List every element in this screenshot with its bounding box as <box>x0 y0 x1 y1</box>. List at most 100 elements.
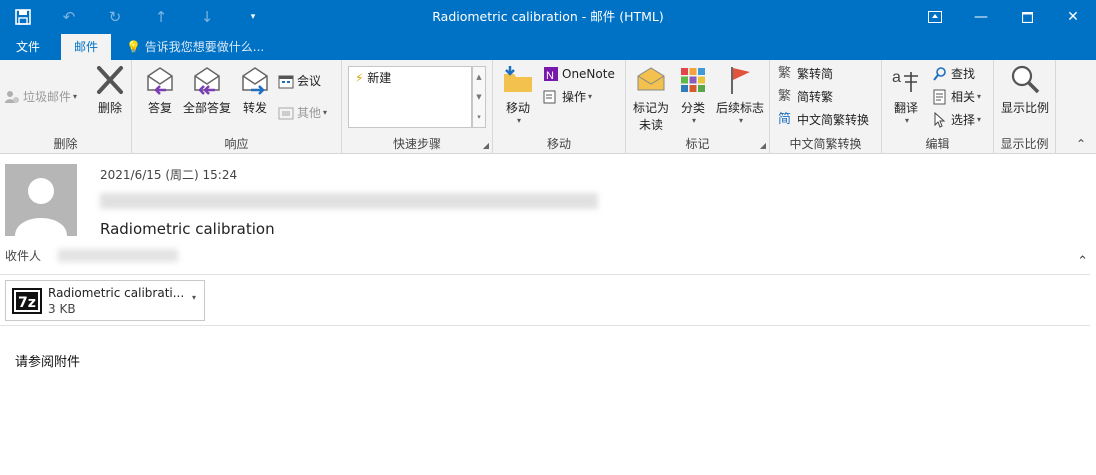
traditional-char-icon: 繁 <box>778 66 792 81</box>
delete-button[interactable]: 删除 <box>90 64 130 116</box>
zoom-button[interactable]: 显示比例 <box>998 64 1052 116</box>
translate-label: 翻译 <box>893 101 918 115</box>
tell-me-search[interactable]: 💡 告诉我您想要做什么... <box>126 34 264 60</box>
mark-unread-label-2: 未读 <box>638 118 663 132</box>
ribbon-display-icon <box>928 11 942 23</box>
zoom-label: 显示比例 <box>1000 101 1049 115</box>
cursor-icon <box>934 112 946 128</box>
onenote-label: OneNote <box>562 67 615 81</box>
simplified-char-icon: 繁 <box>778 89 792 104</box>
to-simplified-button[interactable]: 繁 繁转简 <box>778 64 833 84</box>
more-icon <box>278 107 294 120</box>
attachment-card[interactable]: 7z Radiometric calibrati... 3 KB ▾ <box>5 280 205 321</box>
tab-mail[interactable]: 邮件 <box>61 34 111 60</box>
forward-button[interactable]: 转发 <box>238 64 272 116</box>
to-label: 收件人 <box>5 249 42 263</box>
convert-char-icon: 简 <box>778 112 792 127</box>
tab-file[interactable]: 文件 <box>0 34 56 60</box>
chevron-down-icon: ▾ <box>977 115 982 124</box>
ribbon: 垃圾邮件 ▾ 删除 删除 答复 全部答复 转发 会议 其他 ▾ 响应 快速步骤 … <box>0 60 1096 154</box>
move-label: 移动 <box>505 101 530 115</box>
move-folder-icon <box>504 66 532 92</box>
chevron-down-icon: ▾ <box>323 108 328 117</box>
select-button[interactable]: 选择 ▾ <box>932 110 981 130</box>
mark-unread-label-1: 标记为 <box>632 101 669 115</box>
message-body: 请参阅附件 <box>15 355 81 370</box>
to-traditional-button[interactable]: 繁 简转繁 <box>778 87 833 107</box>
translate-button[interactable]: a 翻译 ▾ <box>888 64 924 125</box>
next-item-button[interactable]: ↓ <box>184 0 230 34</box>
redo-button[interactable]: ↻ <box>92 0 138 34</box>
save-icon <box>15 9 31 25</box>
group-move: 移动 ▾ N OneNote 操作 ▾ 移动 <box>493 60 626 154</box>
close-icon: ✕ <box>1067 9 1079 25</box>
reply-button[interactable]: 答复 <box>142 64 178 116</box>
group-zoom: 显示比例 显示比例 <box>994 60 1056 154</box>
more-respond-button[interactable]: 其他 ▾ <box>278 103 327 123</box>
ribbon-display-options-button[interactable] <box>912 0 958 34</box>
quick-step-new-label: 新建 <box>367 71 392 85</box>
group-delete: 垃圾邮件 ▾ 删除 删除 <box>0 60 132 154</box>
attachment-dropdown-icon[interactable]: ▾ <box>192 293 196 302</box>
related-button[interactable]: 相关 ▾ <box>932 87 981 107</box>
junk-button[interactable]: 垃圾邮件 ▾ <box>4 87 77 107</box>
maximize-icon <box>1021 11 1033 23</box>
quick-steps-scroll[interactable]: ▲ ▼ ▾ <box>472 66 486 128</box>
onenote-button[interactable]: N OneNote <box>543 64 615 84</box>
related-label: 相关 <box>951 90 976 104</box>
actions-button[interactable]: 操作 ▾ <box>543 87 592 107</box>
delete-x-icon <box>97 66 123 94</box>
collapse-ribbon-button[interactable]: ⌃ <box>1076 137 1086 151</box>
attachment-size: 3 KB <box>48 302 76 316</box>
meeting-button[interactable]: 会议 <box>278 71 321 91</box>
follow-up-button[interactable]: 后续标志 ▾ <box>714 64 766 125</box>
group-label-zoom: 显示比例 <box>1000 137 1049 151</box>
mark-unread-button[interactable]: 标记为 未读 <box>630 64 672 133</box>
arrow-up-icon: ↑ <box>154 8 168 26</box>
actions-icon <box>543 90 556 104</box>
group-label-move: 移动 <box>546 137 571 151</box>
attachment-name: Radiometric calibrati... <box>48 286 185 300</box>
tell-me-placeholder: 告诉我您想要做什么... <box>144 40 265 54</box>
junk-label: 垃圾邮件 <box>23 90 72 104</box>
reply-all-button[interactable]: 全部答复 <box>180 64 234 116</box>
related-doc-icon <box>933 89 946 105</box>
categorize-button[interactable]: 分类 ▾ <box>676 64 710 125</box>
dialog-launcher-icon[interactable]: ◢ <box>483 141 489 150</box>
minimize-button[interactable]: — <box>958 0 1004 34</box>
undo-button[interactable]: ↶ <box>46 0 92 34</box>
reply-icon <box>147 67 173 95</box>
collapse-header-button[interactable]: ⌃ <box>1077 254 1088 269</box>
scroll-down-icon[interactable]: ▼ <box>473 87 485 107</box>
quick-step-new[interactable]: ⚡ 新建 <box>355 69 391 86</box>
dialog-launcher-icon[interactable]: ◢ <box>760 141 766 150</box>
gallery-more-icon[interactable]: ▾ <box>473 107 485 127</box>
chinese-convert-button[interactable]: 简 中文简繁转换 <box>778 110 869 130</box>
chinese-convert-label: 中文简繁转换 <box>797 113 870 127</box>
magnifier-icon <box>1011 65 1040 94</box>
svg-text:N: N <box>546 70 554 82</box>
follow-up-label: 后续标志 <box>715 101 764 115</box>
find-button[interactable]: 查找 <box>932 64 975 84</box>
chevron-down-icon: ▾ <box>738 116 743 125</box>
move-button[interactable]: 移动 ▾ <box>501 64 535 125</box>
close-button[interactable]: ✕ <box>1050 0 1096 34</box>
meeting-calendar-icon <box>278 75 294 89</box>
mark-unread-icon <box>637 67 665 91</box>
ribbon-tabs: 文件 邮件 💡 告诉我您想要做什么... <box>0 34 1096 60</box>
reply-all-icon <box>194 67 220 95</box>
scroll-up-icon[interactable]: ▲ <box>473 67 485 87</box>
maximize-button[interactable] <box>1004 0 1050 34</box>
save-button[interactable] <box>0 0 46 34</box>
onenote-icon: N <box>544 67 558 82</box>
forward-label: 转发 <box>242 101 267 115</box>
previous-item-button[interactable]: ↑ <box>138 0 184 34</box>
sender-avatar <box>5 164 77 236</box>
lightning-icon: ⚡ <box>355 71 364 85</box>
categorize-grid-icon <box>681 68 705 92</box>
actions-label: 操作 <box>562 90 587 104</box>
person-placeholder-icon <box>15 178 67 236</box>
quick-access-toolbar: ↶ ↻ ↑ ↓ ▾ <box>0 0 276 34</box>
recipient-redacted <box>58 249 178 262</box>
customize-qat-button[interactable]: ▾ <box>230 0 276 34</box>
